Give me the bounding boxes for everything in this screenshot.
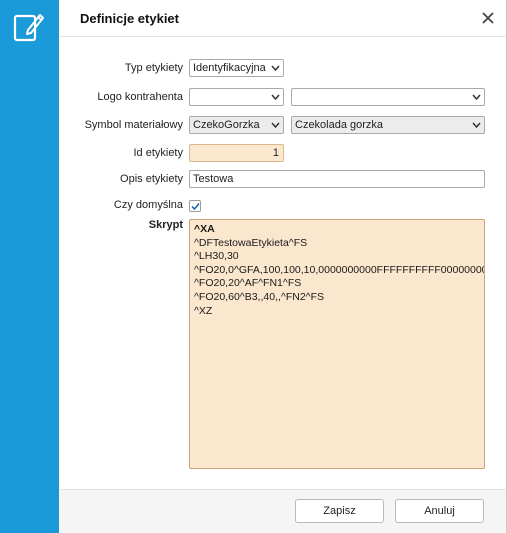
label-type-select[interactable]: Identyfikacyjna: [189, 59, 284, 77]
app-sidebar: [0, 0, 59, 533]
save-button[interactable]: Zapisz: [295, 499, 384, 523]
material-name-value: Czekolada gorzka: [295, 119, 384, 131]
label-description-field[interactable]: Testowa: [189, 170, 485, 188]
material-symbol-label: Symbol materiałowy: [84, 119, 183, 131]
script-line: ^LH30,30: [194, 250, 239, 263]
script-line: ^FO20,60^B3,,40,,^FN2^FS: [194, 290, 325, 303]
chevron-down-icon: [472, 94, 481, 101]
label-id-field[interactable]: 1: [189, 144, 284, 162]
label-description-label: Opis etykiety: [120, 173, 183, 185]
dialog-footer: Zapisz Anuluj: [59, 489, 506, 533]
script-line: ^XZ: [194, 304, 213, 317]
script-label: Skrypt: [148, 219, 183, 231]
contractor-logo-label: Logo kontrahenta: [97, 91, 183, 103]
chevron-down-icon: [271, 122, 280, 129]
label-type-label: Typ etykiety: [124, 62, 183, 74]
dialog-titlebar: Definicje etykiet: [59, 0, 506, 37]
chevron-down-icon: [271, 94, 280, 101]
label-type-value: Identyfikacyjna: [193, 62, 266, 74]
cancel-button[interactable]: Anuluj: [395, 499, 484, 523]
contractor-logo-name-select[interactable]: [291, 88, 485, 106]
is-default-checkbox[interactable]: [189, 200, 201, 212]
checkmark-icon: [191, 203, 200, 211]
script-textarea[interactable]: ^XA ^DFTestowaEtykieta^FS ^LH30,30 ^FO20…: [189, 219, 485, 469]
script-line: ^DFTestowaEtykieta^FS: [194, 236, 308, 249]
close-icon[interactable]: [479, 9, 497, 27]
label-id-label: Id etykiety: [133, 147, 183, 159]
chevron-down-icon: [271, 65, 280, 72]
chevron-down-icon: [472, 122, 481, 129]
contractor-logo-select[interactable]: [189, 88, 284, 106]
is-default-label: Czy domyślna: [113, 199, 183, 211]
material-name-select[interactable]: Czekolada gorzka: [291, 116, 485, 134]
script-line: ^XA: [194, 223, 215, 235]
script-line: ^FO20,20^AF^FN1^FS: [194, 277, 302, 290]
dialog-title: Definicje etykiet: [80, 11, 179, 26]
material-symbol-select[interactable]: CzekoGorzka: [189, 116, 284, 134]
edit-document-icon: [13, 14, 44, 42]
label-definition-dialog: Definicje etykiet Typ etykiety Identyfik…: [59, 0, 507, 533]
script-line: ^FO20,0^GFA,100,100,10,0000000000FFFFFFF…: [194, 263, 484, 276]
material-symbol-value: CzekoGorzka: [193, 119, 260, 131]
